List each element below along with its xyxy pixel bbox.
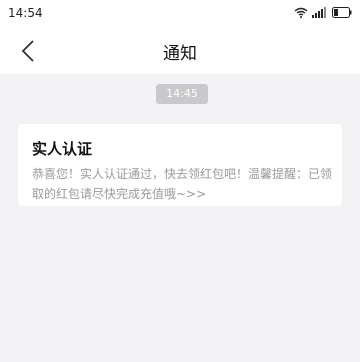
- notification-card[interactable]: 实人认证 恭喜您！实人认证通过，快去领红包吧！温馨提醒：已领取的红包请尽快完成充…: [18, 124, 342, 206]
- battery-icon: [332, 7, 352, 18]
- nav-bar: 通知: [0, 28, 360, 74]
- status-time: 14:54: [8, 6, 43, 20]
- status-icons: [294, 7, 352, 18]
- message-timestamp: 14:45: [156, 84, 208, 104]
- status-bar: 14:54: [0, 0, 360, 28]
- page-title: 通知: [163, 44, 197, 64]
- notification-title: 实人认证: [32, 140, 93, 158]
- notification-body: 恭喜您！实人认证通过，快去领红包吧！温馨提醒：已领取的红包请尽快完成充值哦~>>: [32, 167, 333, 201]
- signal-icon: [312, 7, 326, 18]
- wifi-icon: [294, 7, 308, 18]
